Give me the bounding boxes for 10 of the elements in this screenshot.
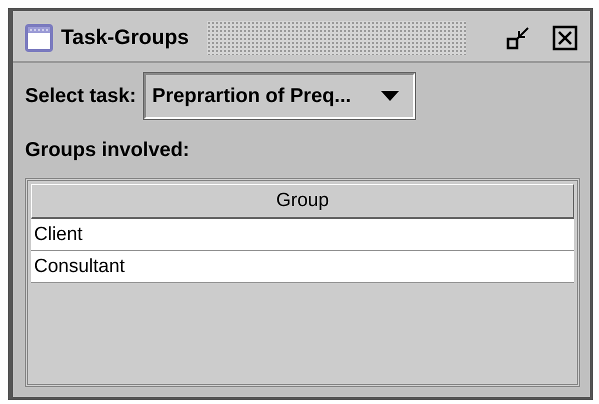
close-icon[interactable]: [552, 25, 578, 51]
column-header[interactable]: Group: [31, 184, 574, 219]
table-cell[interactable]: Client: [31, 224, 83, 246]
table-cell[interactable]: Consultant: [31, 256, 125, 278]
window-icon: [25, 24, 53, 52]
groups-involved-label: Groups involved:: [25, 139, 190, 162]
task-dropdown[interactable]: Preprartion of Preq...: [144, 73, 416, 119]
dropdown-arrow-icon: [381, 91, 400, 101]
select-task-label: Select task:: [25, 84, 136, 108]
window-title: Task-Groups: [61, 26, 189, 50]
